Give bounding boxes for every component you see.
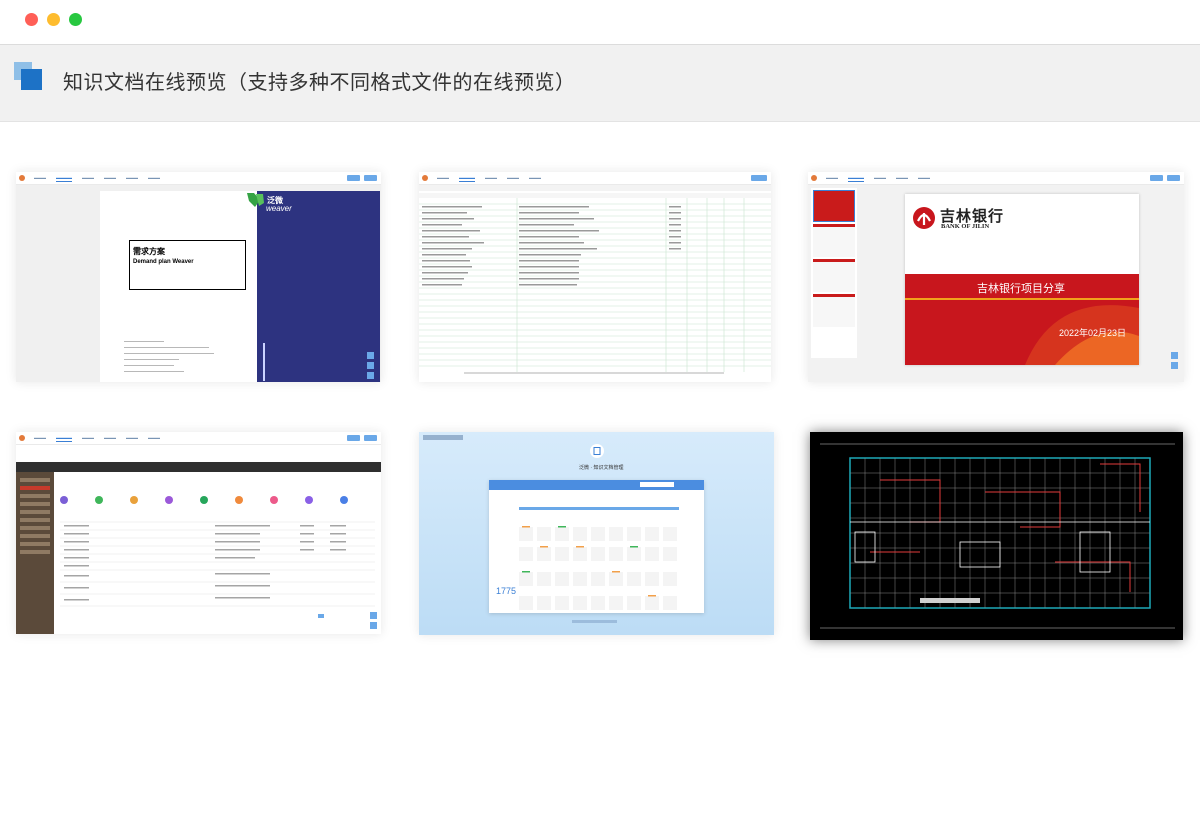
tab[interactable]: ▬▬▬ [918,175,930,182]
close-dot-icon[interactable] [25,13,38,26]
tab[interactable]: ▬▬▬ [148,435,160,442]
app-logo-icon [422,175,428,181]
vertical-text-strip [263,343,265,381]
fullscreen-icon[interactable] [367,372,374,379]
tab[interactable]: ▬▬▬ [34,435,46,442]
zoom-in-icon[interactable] [367,352,374,359]
tab[interactable]: ▬▬▬▬ [56,175,72,182]
window-titlebar [0,0,1200,45]
tab[interactable]: ▬▬▬▬ [56,435,72,442]
tab[interactable]: ▬▬▬▬ [459,175,475,182]
app-logo-icon [19,435,25,441]
zoom-in-icon[interactable] [370,612,377,619]
tab[interactable]: ▬▬▬ [104,175,116,182]
preview-tabs: ▬▬▬ ▬▬▬▬ ▬▬▬ ▬▬▬ ▬▬▬ ▬▬▬ [34,175,160,182]
tab[interactable]: ▬▬▬ [485,175,497,182]
bank-name-en: BANK OF JILIN [941,223,990,230]
tab[interactable]: ▬▬▬ [148,175,160,182]
zoom-out-icon[interactable] [1171,362,1178,369]
toolbar-button[interactable] [364,175,377,181]
document-page: 泛微 weaver 需求方案 Demand plan Weaver [100,191,380,382]
document-meta-lines [124,341,224,372]
data-table [60,521,375,618]
tab[interactable]: ▬▬▬ [34,175,46,182]
tab[interactable]: ▬▬▬ [82,435,94,442]
doc-title: 需求方案 [133,247,165,256]
cad-drawing-preview[interactable] [810,432,1183,640]
preview-toolbar: ▬▬▬ ▬▬▬▬ ▬▬▬ ▬▬▬ ▬▬▬ [808,172,1184,185]
tab[interactable]: ▬▬▬ [82,175,94,182]
zoom-out-icon[interactable] [370,622,377,629]
portal-search-input[interactable] [640,482,674,487]
document-icon [590,444,604,458]
tab[interactable]: ▬▬▬ [896,175,908,182]
title-box: 需求方案 Demand plan Weaver [129,240,246,290]
document-count: 1775 [496,586,517,596]
toolbar-button[interactable] [1167,175,1180,181]
toolbar-button[interactable] [751,175,767,181]
portal-header [489,480,704,490]
zoom-out-icon[interactable] [367,362,374,369]
slide-date: 2022年02月23日 [1059,328,1127,338]
portal-tiles [519,507,679,610]
preview-tabs: ▬▬▬ ▬▬▬▬ ▬▬▬ ▬▬▬ ▬▬▬ [437,175,541,182]
portal-brand: 泛微 · 知识文档管理 [579,465,624,471]
spreadsheet-grid [419,185,771,374]
word-document-preview[interactable]: ▬▬▬ ▬▬▬▬ ▬▬▬ ▬▬▬ ▬▬▬ ▬▬▬ 泛微 weaver 需求方案 Deman… [16,172,381,382]
app-sidebar[interactable] [16,472,54,634]
tab[interactable]: ▬▬▬ [874,175,886,182]
zoom-dot-icon[interactable] [69,13,82,26]
bank-logo-icon [913,207,935,229]
portal-footer [572,620,617,623]
tab[interactable]: ▬▬▬ [126,435,138,442]
spreadsheet-preview[interactable]: ▬▬▬ ▬▬▬▬ ▬▬▬ ▬▬▬ ▬▬▬ [419,172,771,382]
portal-breadcrumb [423,435,463,440]
minimize-dot-icon[interactable] [47,13,60,26]
slide-thumbnails[interactable] [811,188,857,358]
tab[interactable]: ▬▬▬ [437,175,449,182]
toolbar-button[interactable] [364,435,377,441]
app-logo-icon [811,175,817,181]
app-icon-row [60,496,348,504]
knowledge-portal-preview[interactable]: 泛微 · 知识文档管理 1775 [419,432,774,635]
tab[interactable]: ▬▬▬ [507,175,519,182]
preview-tabs: ▬▬▬ ▬▬▬▬ ▬▬▬ ▬▬▬ ▬▬▬ ▬▬▬ [34,435,160,442]
slide-red-band: 吉林银行项目分享 2022年02月23日 [905,274,1139,365]
slide: 吉林银行 BANK OF JILIN 吉林银行项目分享 2022年02月23日 [905,194,1139,365]
toolbar-button[interactable] [347,175,360,181]
ppt-preview[interactable]: ▬▬▬ ▬▬▬▬ ▬▬▬ ▬▬▬ ▬▬▬ 吉林银行 BANK OF JILIN 吉林银行… [808,172,1184,382]
tab[interactable]: ▬▬▬ [826,175,838,182]
preview-toolbar: ▬▬▬ ▬▬▬▬ ▬▬▬ ▬▬▬ ▬▬▬ ▬▬▬ [16,172,381,185]
portal-window: 1775 [489,480,704,613]
tab[interactable]: ▬▬▬▬ [848,175,864,182]
zoom-in-icon[interactable] [1171,352,1178,359]
oa-system-preview[interactable]: ▬▬▬ ▬▬▬▬ ▬▬▬ ▬▬▬ ▬▬▬ ▬▬▬ [16,432,381,634]
tab[interactable]: ▬▬▬ [529,175,541,182]
preview-tabs: ▬▬▬ ▬▬▬▬ ▬▬▬ ▬▬▬ ▬▬▬ [826,175,930,182]
app-logo-icon [19,175,25,181]
cover-band: 泛微 weaver [247,191,380,382]
tab[interactable]: ▬▬▬ [126,175,138,182]
doc-subtitle: Demand plan Weaver [133,259,194,265]
page-title: 知识文档在线预览（支持多种不同格式文件的在线预览） [63,72,576,94]
page-header: 知识文档在线预览（支持多种不同格式文件的在线预览） [0,45,1200,122]
slide-subject: 吉林银行项目分享 [977,283,1065,295]
toolbar-button[interactable] [347,435,360,441]
slide-header: 吉林银行 BANK OF JILIN [905,194,1139,274]
tab[interactable]: ▬▬▬ [104,435,116,442]
toolbar-button[interactable] [1150,175,1163,181]
cad-floor-plan [820,443,1175,629]
app-topbar [16,462,381,472]
preview-toolbar: ▬▬▬ ▬▬▬▬ ▬▬▬ ▬▬▬ ▬▬▬ ▬▬▬ [16,432,381,445]
brand-name-en: weaver [266,204,292,213]
preview-toolbar: ▬▬▬ ▬▬▬▬ ▬▬▬ ▬▬▬ ▬▬▬ [419,172,771,185]
square-logo-icon [14,62,42,90]
